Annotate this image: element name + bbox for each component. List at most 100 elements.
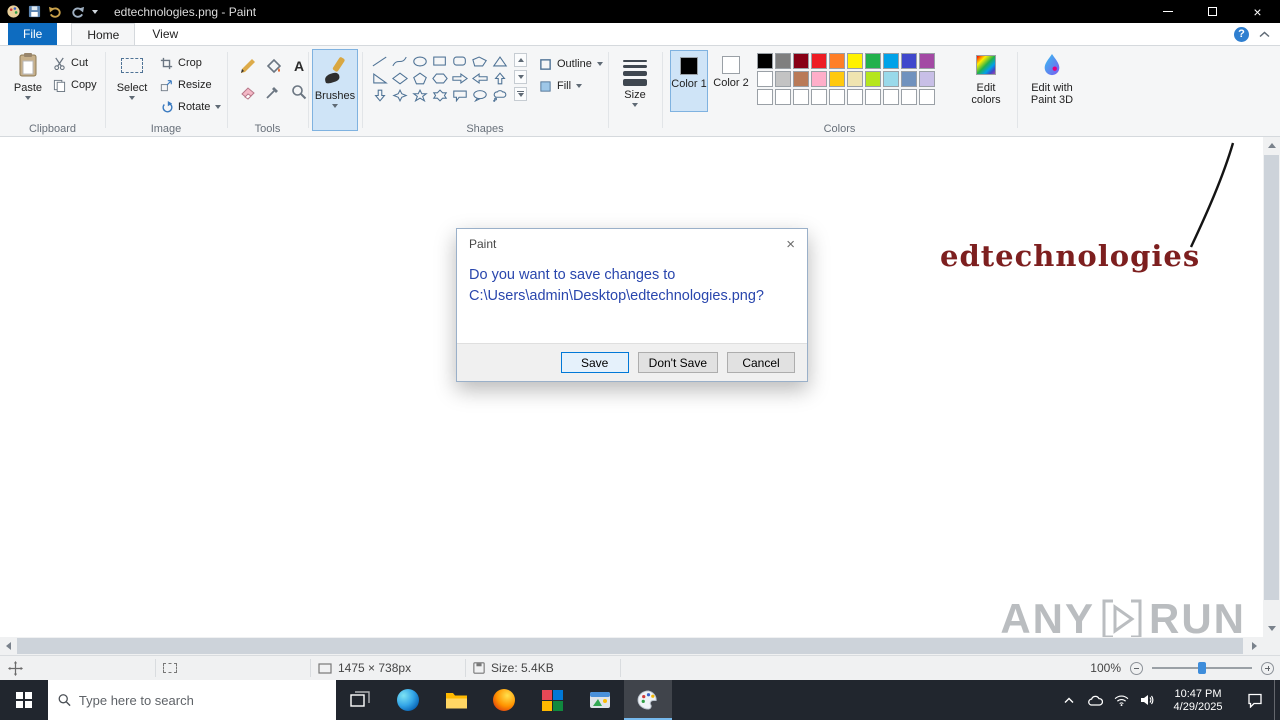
color-swatch[interactable]	[722, 56, 740, 74]
outline-button[interactable]: Outline	[536, 55, 606, 73]
shape-arrow-left-icon[interactable]	[470, 70, 490, 87]
color1-button[interactable]: Color 1	[670, 50, 708, 112]
shapes-scroll-up-button[interactable]	[514, 53, 527, 67]
color-swatch[interactable]	[847, 71, 863, 87]
color-swatch[interactable]	[865, 71, 881, 87]
copy-button[interactable]: Copy	[50, 76, 100, 94]
shape-right-triangle-icon[interactable]	[370, 70, 390, 87]
search-input[interactable]	[78, 692, 326, 708]
hidden-icons-button[interactable]	[1056, 680, 1082, 720]
edge-button[interactable]	[384, 680, 432, 720]
zoom-slider[interactable]	[1152, 662, 1252, 674]
rotate-button[interactable]: Rotate	[157, 98, 224, 116]
color-swatch[interactable]	[811, 71, 827, 87]
color-swatch[interactable]	[829, 71, 845, 87]
color-swatch[interactable]	[847, 53, 863, 69]
onedrive-tray-button[interactable]	[1082, 680, 1108, 720]
tab-file[interactable]: File	[8, 23, 58, 45]
shape-callout-rect-icon[interactable]	[450, 87, 470, 104]
shape-star-4-icon[interactable]	[390, 87, 410, 104]
network-tray-button[interactable]	[1108, 680, 1134, 720]
zoom-out-button[interactable]	[1130, 661, 1143, 675]
dont-save-button[interactable]: Don't Save	[637, 352, 718, 373]
scroll-left-button[interactable]	[0, 637, 17, 655]
taskbar-search[interactable]	[48, 680, 336, 720]
horizontal-scrollbar-thumb[interactable]	[17, 638, 1243, 654]
pencil-tool-button[interactable]	[235, 54, 259, 78]
drawing-canvas[interactable]: edtechnologies ANY RUN Paint × Do you wa…	[0, 137, 1280, 655]
shape-diamond-icon[interactable]	[390, 70, 410, 87]
resize-button[interactable]: Resize	[157, 76, 215, 94]
color-swatch[interactable]	[811, 89, 827, 105]
scroll-right-button[interactable]	[1246, 637, 1263, 655]
color-swatch[interactable]	[919, 71, 935, 87]
color-swatch[interactable]	[847, 89, 863, 105]
color2-button[interactable]: Color 2	[712, 50, 750, 112]
color-swatch[interactable]	[883, 71, 899, 87]
vertical-scrollbar[interactable]	[1263, 137, 1280, 637]
undo-icon[interactable]	[48, 5, 63, 18]
color-swatch[interactable]	[883, 89, 899, 105]
cut-button[interactable]: Cut	[50, 54, 91, 72]
color-picker-tool-button[interactable]	[261, 80, 285, 104]
brushes-button[interactable]: Brushes	[312, 49, 358, 131]
color-swatch[interactable]	[775, 71, 791, 87]
color-swatch[interactable]	[793, 89, 809, 105]
shapes-scroll-down-button[interactable]	[514, 70, 527, 84]
firefox-button[interactable]	[480, 680, 528, 720]
shape-callout-cloud-icon[interactable]	[490, 87, 510, 104]
shape-arrow-up-icon[interactable]	[490, 70, 510, 87]
shape-triangle-icon[interactable]	[490, 53, 510, 70]
zoom-slider-thumb[interactable]	[1198, 662, 1206, 674]
fill-button[interactable]: Fill	[536, 77, 585, 95]
shapes-more-button[interactable]	[514, 87, 527, 101]
qat-customize-icon[interactable]	[92, 9, 98, 14]
minimize-button[interactable]	[1145, 0, 1190, 23]
shape-ellipse-icon[interactable]	[410, 53, 430, 70]
fill-tool-button[interactable]	[261, 54, 285, 78]
edit-with-paint3d-button[interactable]: Edit with Paint 3D	[1023, 46, 1081, 128]
photos-button[interactable]	[576, 680, 624, 720]
redo-icon[interactable]	[70, 5, 85, 18]
shape-curve-icon[interactable]	[390, 53, 410, 70]
dialog-close-button[interactable]: ×	[773, 236, 795, 253]
shape-star-5-icon[interactable]	[410, 87, 430, 104]
color-swatch[interactable]	[811, 53, 827, 69]
start-button[interactable]	[0, 680, 48, 720]
collapse-ribbon-icon[interactable]	[1259, 30, 1270, 38]
scroll-up-button[interactable]	[1263, 137, 1280, 154]
zoom-in-button[interactable]	[1261, 661, 1274, 675]
crop-button[interactable]: Crop	[157, 54, 205, 72]
shape-rectangle-icon[interactable]	[430, 53, 450, 70]
shape-hexagon-icon[interactable]	[430, 70, 450, 87]
color-swatch[interactable]	[757, 53, 773, 69]
color-swatch[interactable]	[919, 89, 935, 105]
tab-view[interactable]: View	[137, 23, 193, 45]
save-button[interactable]: Save	[560, 352, 629, 373]
shape-polygon-icon[interactable]	[470, 53, 490, 70]
color-swatch[interactable]	[883, 53, 899, 69]
paint-taskbar-button[interactable]	[624, 680, 672, 720]
color-swatch[interactable]	[865, 53, 881, 69]
volume-tray-button[interactable]	[1134, 680, 1160, 720]
horizontal-scrollbar[interactable]	[0, 637, 1263, 655]
eraser-tool-button[interactable]	[235, 80, 259, 104]
paste-button[interactable]: Paste	[8, 46, 48, 126]
color-swatch[interactable]	[757, 71, 773, 87]
shape-arrow-down-icon[interactable]	[370, 87, 390, 104]
color-swatch[interactable]	[793, 53, 809, 69]
cancel-button[interactable]: Cancel	[727, 352, 795, 373]
file-explorer-button[interactable]	[432, 680, 480, 720]
color-swatch[interactable]	[901, 89, 917, 105]
shape-arrow-right-icon[interactable]	[450, 70, 470, 87]
shape-line-icon[interactable]	[370, 53, 390, 70]
color-swatch[interactable]	[919, 53, 935, 69]
shape-star-6-icon[interactable]	[430, 87, 450, 104]
color-swatch[interactable]	[775, 53, 791, 69]
help-icon[interactable]: ?	[1234, 26, 1249, 42]
vertical-scrollbar-thumb[interactable]	[1264, 155, 1279, 600]
color-swatch[interactable]	[901, 71, 917, 87]
scroll-down-button[interactable]	[1263, 620, 1280, 637]
shape-pentagon-icon[interactable]	[410, 70, 430, 87]
edit-colors-button[interactable]: Edit colors	[962, 46, 1010, 126]
